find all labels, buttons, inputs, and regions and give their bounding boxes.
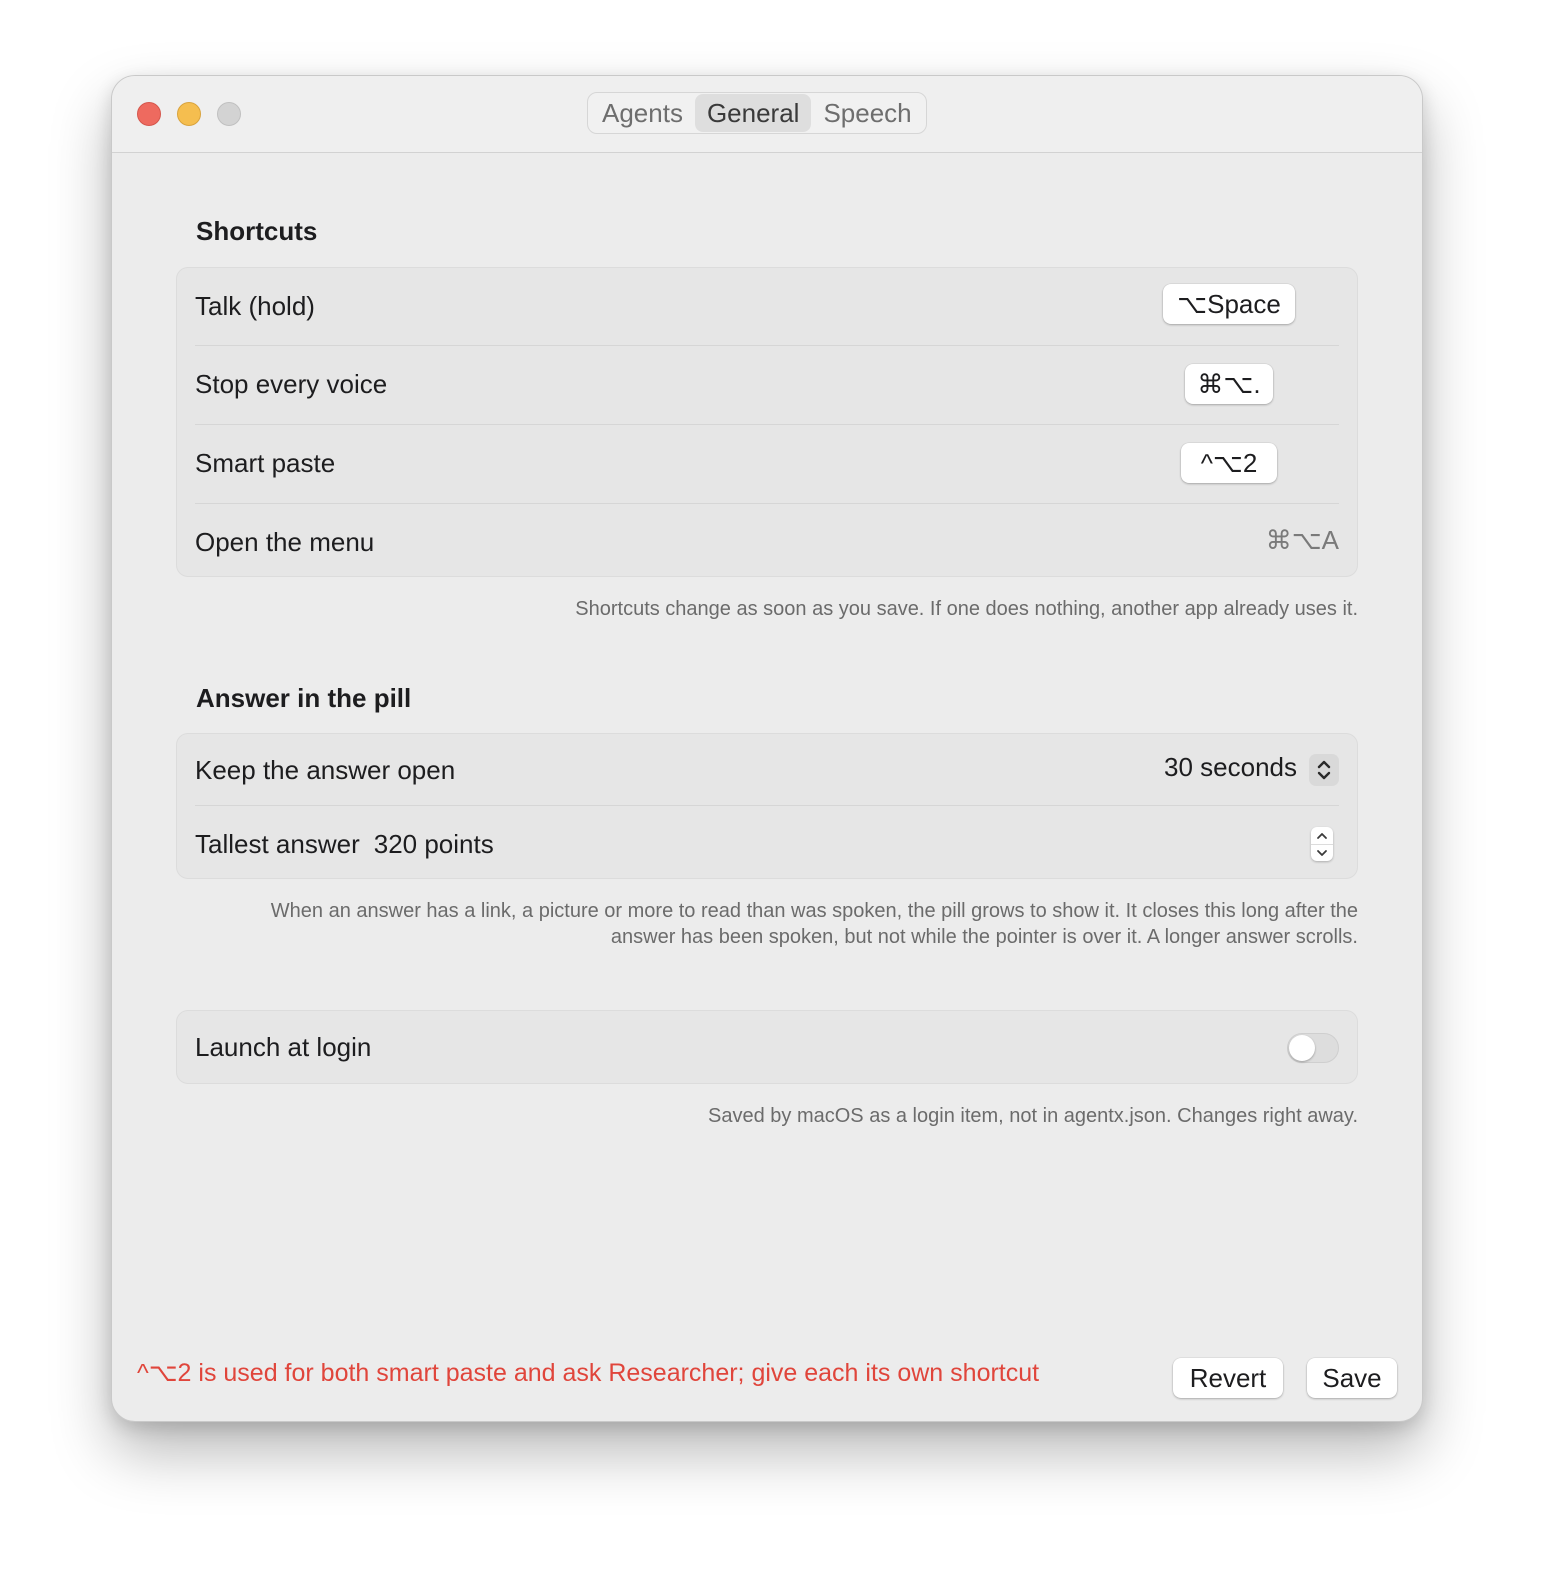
- shortcuts-group: Talk (hold) ⌥Space Stop every voice ⌘⌥. …: [176, 267, 1358, 577]
- tab-general[interactable]: General: [694, 94, 812, 132]
- row-divider: [195, 805, 1339, 806]
- tallest-answer-row: Tallest answer 320 points: [195, 824, 1339, 864]
- tallest-answer-stepper[interactable]: [1311, 827, 1333, 861]
- pill-footnote-line-1: When an answer has a link, a picture or …: [270, 900, 1358, 922]
- shortcut-recorder-smart-paste[interactable]: ^⌥2: [1181, 443, 1277, 483]
- keep-open-label: Keep the answer open: [195, 754, 456, 785]
- shortcut-row-open-menu: Open the menu: [195, 522, 1339, 562]
- toggle-knob: [1289, 1035, 1315, 1061]
- shortcut-label-stop-voice: Stop every voice: [195, 368, 388, 399]
- revert-button[interactable]: Revert: [1173, 1358, 1283, 1398]
- shortcut-value-open-menu: ⌘⌥A: [1265, 525, 1339, 555]
- row-divider: [195, 345, 1339, 346]
- launch-at-login-toggle[interactable]: [1287, 1033, 1339, 1063]
- shortcut-conflict-error: ^⌥2 is used for both smart paste and ask…: [137, 1359, 1040, 1387]
- chevron-up-down-icon: [1317, 760, 1331, 780]
- pill-footnote: When an answer has a link, a picture or …: [271, 898, 1358, 950]
- login-footnote: Saved by macOS as a login item, not in a…: [708, 1105, 1358, 1127]
- close-window-button[interactable]: [137, 102, 161, 126]
- launch-at-login-row: Launch at login: [195, 1027, 1339, 1067]
- shortcuts-section-title: Shortcuts: [196, 216, 318, 246]
- shortcut-label-talk: Talk (hold): [195, 290, 315, 321]
- shortcuts-footnote: Shortcuts change as soon as you save. If…: [575, 598, 1358, 620]
- login-group: Launch at login: [176, 1010, 1358, 1084]
- shortcut-recorder-stop-voice[interactable]: ⌘⌥.: [1185, 364, 1273, 404]
- chevron-up-icon: [1317, 832, 1327, 839]
- title-bar: Agents General Speech: [112, 76, 1422, 153]
- zoom-window-button[interactable]: [217, 102, 241, 126]
- settings-window: Agents General Speech Shortcuts Talk (ho…: [111, 75, 1423, 1422]
- tallest-answer-value: 320 points: [373, 828, 494, 859]
- chevron-down-icon: [1317, 849, 1327, 856]
- shortcut-row-smart-paste: Smart paste: [195, 443, 1339, 483]
- minimize-window-button[interactable]: [177, 102, 201, 126]
- shortcut-row-stop-voice: Stop every voice: [195, 364, 1339, 404]
- keep-open-popup-button[interactable]: [1309, 754, 1339, 786]
- keep-open-value[interactable]: 30 seconds: [1164, 752, 1297, 783]
- pill-group: Keep the answer open 30 seconds Tallest …: [176, 733, 1358, 879]
- row-divider: [195, 503, 1339, 504]
- pill-footnote-line-2: answer has been spoken, but not while th…: [610, 926, 1358, 948]
- tab-speech[interactable]: Speech: [811, 94, 923, 132]
- tab-agents[interactable]: Agents: [590, 94, 695, 132]
- launch-at-login-label: Launch at login: [195, 1031, 372, 1062]
- stepper-increment[interactable]: [1311, 827, 1333, 845]
- shortcut-label-smart-paste: Smart paste: [195, 447, 336, 478]
- stepper-decrement[interactable]: [1311, 844, 1333, 861]
- save-button[interactable]: Save: [1307, 1358, 1397, 1398]
- tab-bar: Agents General Speech: [587, 92, 927, 134]
- row-divider: [195, 424, 1339, 425]
- shortcut-label-open-menu: Open the menu: [195, 526, 375, 557]
- shortcut-recorder-talk[interactable]: ⌥Space: [1163, 284, 1295, 324]
- tallest-answer-label: Tallest answer: [195, 828, 360, 859]
- pill-section-title: Answer in the pill: [196, 683, 412, 713]
